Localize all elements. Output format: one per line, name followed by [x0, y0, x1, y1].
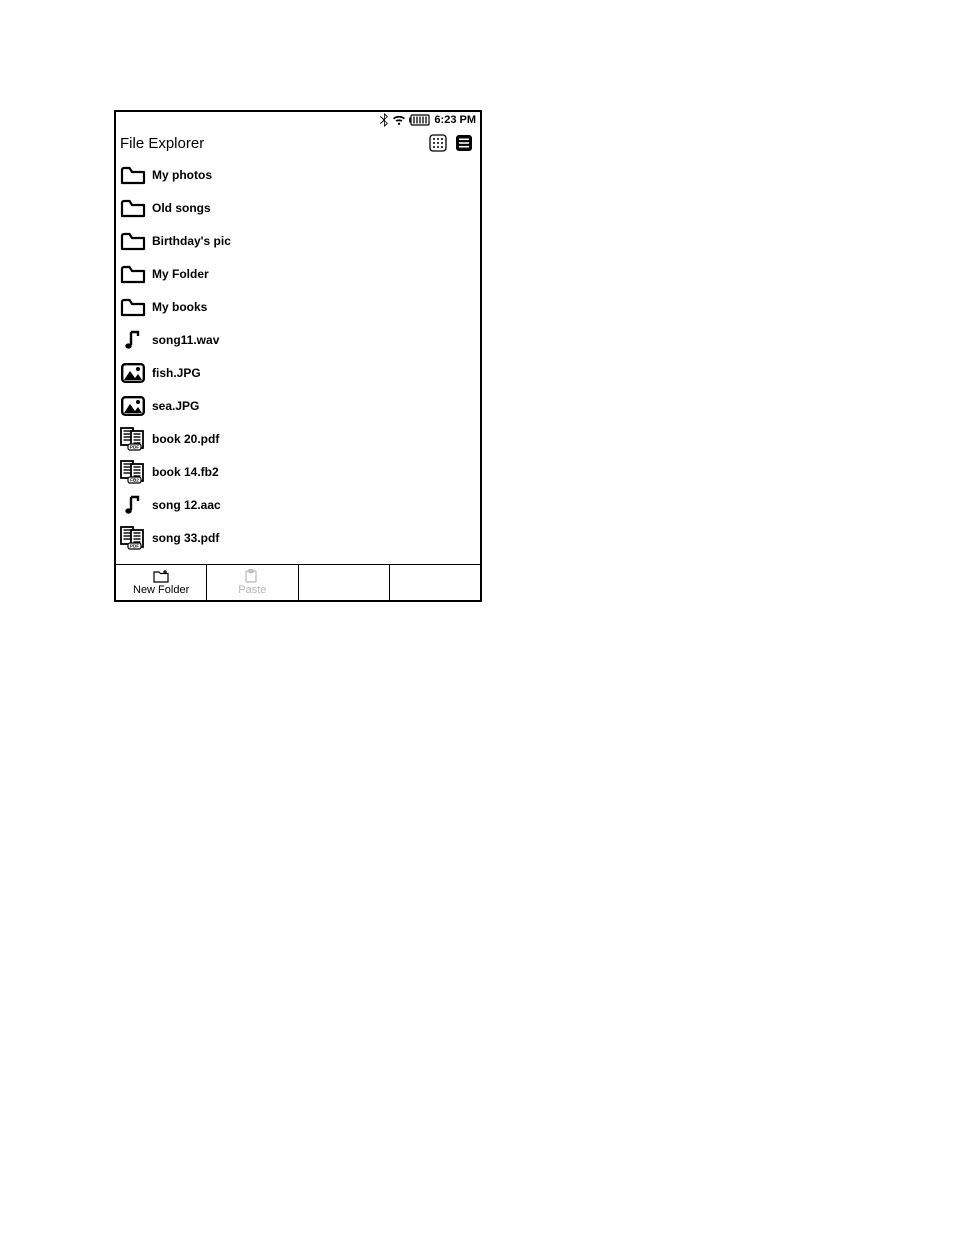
app-header: File Explorer: [116, 128, 480, 158]
folder-icon: [120, 197, 146, 219]
svg-text:PDF: PDF: [130, 543, 139, 548]
file-row[interactable]: fish.JPG: [116, 356, 480, 389]
file-row[interactable]: song11.wav: [116, 323, 480, 356]
file-name: sea.JPG: [152, 399, 199, 413]
file-name: My books: [152, 300, 207, 314]
image-icon: [120, 395, 146, 417]
file-row[interactable]: My books: [116, 290, 480, 323]
image-icon: [120, 362, 146, 384]
grid-view-button[interactable]: [428, 133, 448, 153]
file-name: book 20.pdf: [152, 432, 219, 446]
paste-label: Paste: [238, 584, 266, 596]
folder-icon: [120, 230, 146, 252]
file-name: My Folder: [152, 267, 209, 281]
pdf-icon: PDF: [120, 527, 146, 549]
wifi-icon: [392, 114, 406, 126]
battery-icon: [409, 114, 431, 126]
file-row[interactable]: My photos: [116, 158, 480, 191]
fb2-icon: FB2: [120, 461, 146, 483]
device-frame: 6:23 PM File Explorer: [114, 110, 482, 602]
file-row[interactable]: Birthday's pic: [116, 224, 480, 257]
new-folder-button[interactable]: New Folder: [116, 565, 207, 600]
file-name: Birthday's pic: [152, 234, 231, 248]
bluetooth-icon: [379, 113, 389, 127]
paste-button[interactable]: Paste: [207, 565, 298, 600]
file-row[interactable]: PDF song 33.pdf: [116, 521, 480, 554]
new-folder-label: New Folder: [133, 584, 189, 596]
app-title: File Explorer: [120, 135, 204, 152]
audio-icon: [120, 329, 146, 351]
bottom-slot-4: [390, 565, 480, 600]
file-name: song11.wav: [152, 333, 219, 347]
bottom-toolbar: New Folder Paste: [116, 564, 480, 600]
file-name: My photos: [152, 168, 212, 182]
list-view-button[interactable]: [454, 133, 474, 153]
folder-icon: [120, 164, 146, 186]
file-list[interactable]: My photos Old songs Birthday's pic My Fo…: [116, 158, 480, 564]
pdf-icon: PDF: [120, 428, 146, 450]
folder-icon: [120, 296, 146, 318]
status-bar: 6:23 PM: [116, 112, 480, 128]
folder-icon: [120, 263, 146, 285]
file-name: book 14.fb2: [152, 465, 219, 479]
file-row[interactable]: FB2 book 14.fb2: [116, 455, 480, 488]
file-row[interactable]: My Folder: [116, 257, 480, 290]
file-name: song 33.pdf: [152, 531, 219, 545]
file-name: fish.JPG: [152, 366, 201, 380]
status-time: 6:23 PM: [434, 114, 476, 126]
file-name: Old songs: [152, 201, 211, 215]
svg-text:FB2: FB2: [130, 477, 139, 482]
paste-icon: [244, 569, 260, 583]
file-row[interactable]: PDF book 20.pdf: [116, 422, 480, 455]
svg-text:PDF: PDF: [130, 444, 139, 449]
header-actions: [428, 133, 474, 153]
file-row[interactable]: song 12.aac: [116, 488, 480, 521]
file-name: song 12.aac: [152, 498, 221, 512]
audio-icon: [120, 494, 146, 516]
bottom-slot-3: [299, 565, 390, 600]
file-row[interactable]: Old songs: [116, 191, 480, 224]
file-row[interactable]: sea.JPG: [116, 389, 480, 422]
new-folder-icon: [153, 569, 169, 583]
